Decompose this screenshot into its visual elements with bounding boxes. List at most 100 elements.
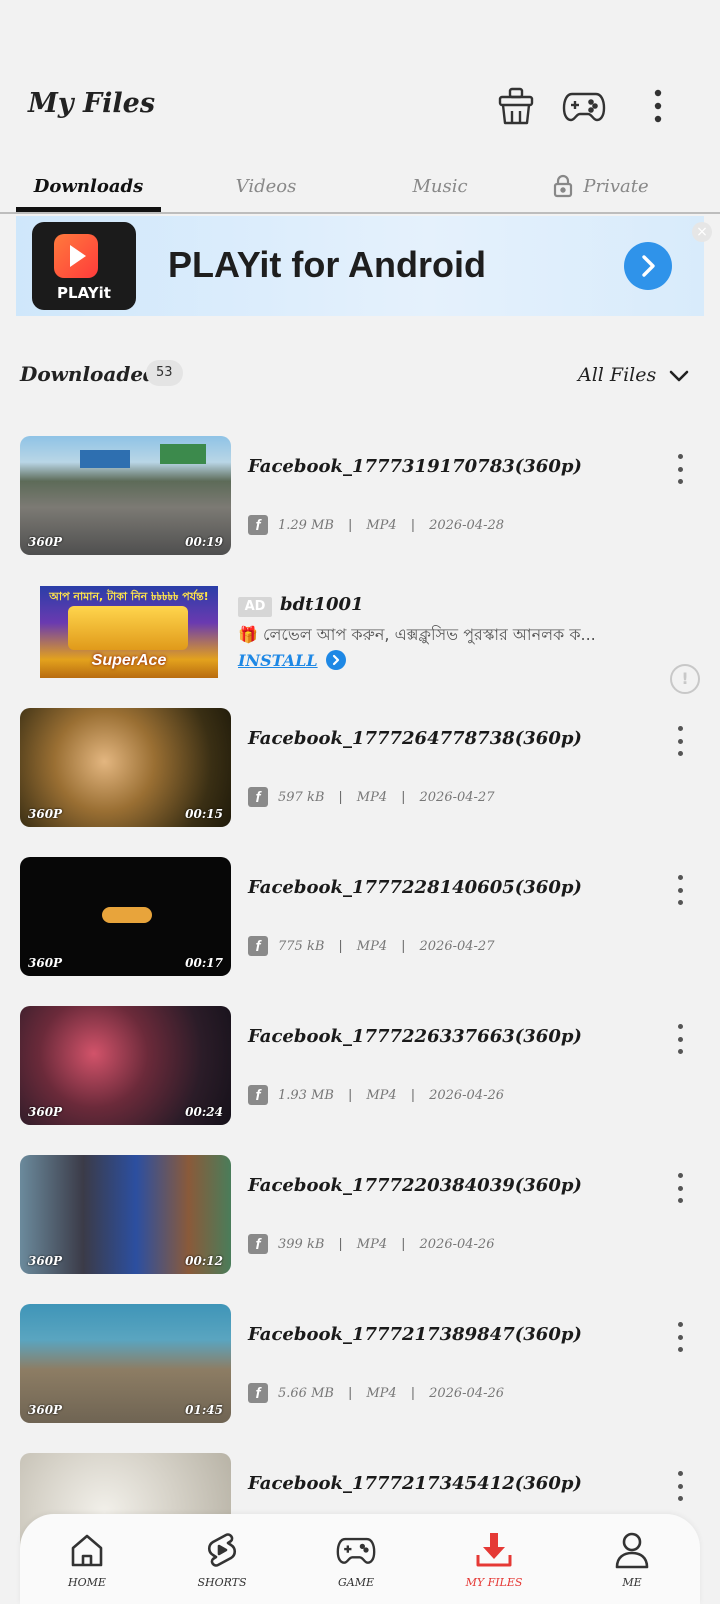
video-thumbnail[interactable]: 360P 01:45	[20, 1304, 231, 1423]
duration-label: 00:19	[185, 535, 223, 549]
file-name: Facebook_1777217345412(360p)	[248, 1473, 582, 1494]
quality-label: 360P	[28, 956, 63, 970]
duration-label: 01:45	[185, 1403, 223, 1417]
ad-image[interactable]: আপ নামান, টাকা নিন ৳৳৳৳৳ পর্যন্ত! SuperA…	[40, 586, 218, 678]
video-thumbnail[interactable]: 360P 00:15	[20, 708, 231, 827]
close-icon[interactable]: ×	[692, 222, 712, 242]
file-size: 399 kB	[278, 1236, 325, 1252]
file-size: 775 kB	[278, 938, 325, 954]
file-date: 2026-04-26	[429, 1087, 505, 1103]
more-vertical-icon[interactable]	[666, 1024, 694, 1054]
active-tab-indicator	[16, 207, 161, 212]
file-name: Facebook_1777217389847(360p)	[248, 1324, 582, 1345]
video-thumbnail[interactable]: 360P 00:19	[20, 436, 231, 555]
ad-title: bdt1001	[280, 594, 364, 615]
gamepad-icon[interactable]	[562, 84, 606, 128]
file-meta: f 5.66 MB | MP4 | 2026-04-26	[248, 1382, 504, 1404]
tab-bar: Downloads Videos Music Private	[0, 158, 720, 214]
ad-image-text: আপ নামান, টাকা নিন ৳৳৳৳৳ পর্যন্ত!	[49, 590, 209, 603]
nav-my-files[interactable]: MY FILES	[444, 1530, 544, 1600]
file-date: 2026-04-27	[419, 789, 495, 805]
video-thumbnail[interactable]: 360P 00:24	[20, 1006, 231, 1125]
tab-private[interactable]: Private	[536, 166, 666, 206]
more-vertical-icon[interactable]	[666, 875, 694, 905]
video-thumbnail[interactable]: 360P 00:12	[20, 1155, 231, 1274]
facebook-icon: f	[248, 936, 268, 956]
ad-badge: AD	[238, 597, 272, 617]
file-format: MP4	[366, 1385, 397, 1401]
file-format: MP4	[366, 517, 397, 533]
facebook-icon: f	[248, 1234, 268, 1254]
ad-image-brand: SuperAce	[91, 652, 167, 669]
file-meta: f 775 kB | MP4 | 2026-04-27	[248, 935, 494, 957]
file-date: 2026-04-26	[419, 1236, 495, 1252]
shorts-icon	[202, 1530, 242, 1570]
nav-game[interactable]: GAME	[306, 1530, 406, 1600]
nav-label: GAME	[337, 1576, 375, 1589]
file-name: Facebook_1777228140605(360p)	[248, 877, 582, 898]
more-vertical-icon[interactable]	[666, 454, 694, 484]
quality-label: 360P	[28, 1254, 63, 1268]
nav-me[interactable]: ME	[582, 1530, 682, 1600]
file-name: Facebook_1777220384039(360p)	[248, 1175, 582, 1196]
slot-graphic	[68, 606, 188, 650]
cleaner-icon[interactable]	[494, 84, 538, 128]
file-row[interactable]: 360P 00:17 Facebook_1777228140605(360p) …	[0, 857, 720, 979]
count-badge: 53	[146, 360, 183, 386]
tab-label: Downloads	[33, 175, 144, 197]
tab-label: Private	[583, 175, 649, 197]
file-size: 597 kB	[278, 789, 325, 805]
duration-label: 00:24	[185, 1105, 223, 1119]
more-vertical-icon[interactable]	[646, 84, 670, 128]
duration-label: 00:12	[185, 1254, 223, 1268]
facebook-icon: f	[248, 515, 268, 535]
chevron-down-icon[interactable]	[668, 368, 690, 388]
facebook-icon: f	[248, 787, 268, 807]
file-name: Facebook_1777264778738(360p)	[248, 728, 582, 749]
more-vertical-icon[interactable]	[666, 1471, 694, 1501]
download-icon	[474, 1530, 514, 1570]
tab-videos[interactable]: Videos	[196, 166, 336, 206]
file-row[interactable]: 360P 00:24 Facebook_1777226337663(360p) …	[0, 1006, 720, 1128]
file-format: MP4	[356, 938, 388, 954]
user-icon	[612, 1530, 652, 1570]
inline-ad[interactable]: আপ নামান, টাকা নিন ৳৳৳৳৳ পর্যন্ত! SuperA…	[0, 584, 720, 702]
section-title: Downloaded	[20, 362, 158, 386]
page-title: My Files	[28, 88, 156, 119]
home-icon	[67, 1530, 107, 1570]
duration-label: 00:15	[185, 807, 223, 821]
lock-icon	[553, 174, 573, 198]
more-vertical-icon[interactable]	[666, 1322, 694, 1352]
file-row[interactable]: 360P 00:15 Facebook_1777264778738(360p) …	[0, 708, 720, 830]
video-thumbnail[interactable]: 360P 00:17	[20, 857, 231, 976]
file-row[interactable]: 360P 00:19 Facebook_1777319170783(360p) …	[0, 436, 720, 558]
install-label: INSTALL	[238, 650, 318, 670]
nav-home[interactable]: HOME	[37, 1530, 137, 1600]
nav-shorts[interactable]: SHORTS	[172, 1530, 272, 1600]
install-button[interactable]: INSTALL	[238, 650, 346, 670]
file-size: 5.66 MB	[278, 1385, 334, 1401]
info-icon[interactable]: !	[670, 664, 700, 694]
tab-label: Music	[412, 175, 468, 197]
banner-text: PLAYit for Android	[168, 244, 486, 285]
duration-label: 00:17	[185, 956, 223, 970]
tab-downloads[interactable]: Downloads	[16, 166, 161, 206]
file-row[interactable]: 360P 00:12 Facebook_1777220384039(360p) …	[0, 1155, 720, 1277]
file-row[interactable]: 360P 01:45 Facebook_1777217389847(360p) …	[0, 1304, 720, 1426]
section-header: Downloaded 53 All Files	[0, 356, 720, 396]
quality-label: 360P	[28, 807, 63, 821]
app-header: My Files	[0, 0, 720, 160]
logo-text: PLAYit	[57, 284, 111, 302]
more-vertical-icon[interactable]	[666, 1173, 694, 1203]
chevron-right-icon[interactable]	[624, 242, 672, 290]
tab-music[interactable]: Music	[370, 166, 510, 206]
banner-ad[interactable]: PLAYit PLAYit for Android ×	[16, 216, 712, 316]
file-meta: f 1.29 MB | MP4 | 2026-04-28	[248, 514, 504, 536]
file-meta: f 597 kB | MP4 | 2026-04-27	[248, 786, 494, 808]
more-vertical-icon[interactable]	[666, 726, 694, 756]
file-format: MP4	[356, 1236, 388, 1252]
quality-label: 360P	[28, 1403, 63, 1417]
filter-dropdown[interactable]: All Files	[578, 364, 656, 386]
facebook-icon: f	[248, 1383, 268, 1403]
file-format: MP4	[366, 1087, 397, 1103]
